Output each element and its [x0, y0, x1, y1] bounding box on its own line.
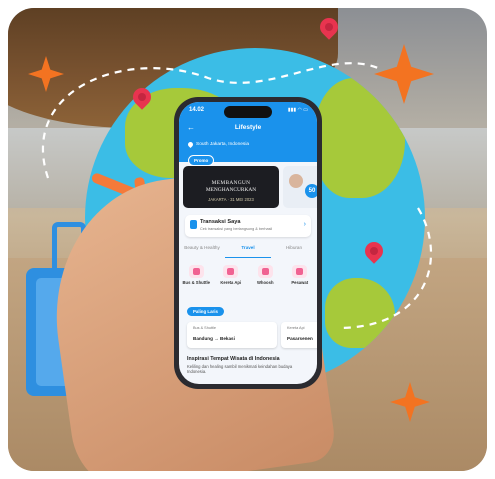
banner-line3: MENGHANCURKAN	[205, 187, 257, 193]
category-label: Whoosh	[256, 280, 274, 285]
fast-train-icon	[257, 265, 273, 278]
route-kind: Kereta Api	[287, 326, 305, 330]
transaction-card[interactable]: Transaksi Saya Cek transaksi yang berlan…	[185, 215, 311, 237]
category-label: Pesawat	[291, 280, 309, 285]
popular-route-card[interactable]: Bus & Shuttle Bandung → Bekasi	[187, 322, 277, 348]
route-name: Bandung → Bekasi	[193, 336, 235, 341]
tab-beauty-healthy[interactable]: Beauty & Healthy	[179, 242, 225, 258]
train-icon	[223, 265, 239, 278]
transaction-title: Transaksi Saya	[200, 219, 241, 225]
tab-hiburan[interactable]: Hiburan	[271, 242, 317, 258]
phone-notch	[224, 106, 272, 118]
model-photo	[289, 174, 303, 188]
phone-screen: 14.02 ▮▮▮ ◠ ▭ ← Lifestyle South Jakarta,…	[179, 102, 317, 384]
status-icons: ▮▮▮ ◠ ▭	[287, 107, 308, 113]
category-tabs: Beauty & Healthy Travel Hiburan	[179, 242, 317, 258]
bus-icon	[188, 265, 204, 278]
popular-chip[interactable]: Paling Laris	[187, 307, 224, 316]
category-label: Kereta Api	[220, 280, 242, 285]
tab-travel[interactable]: Travel	[225, 242, 271, 258]
plane-icon	[292, 265, 308, 278]
location-label: South Jakarta, Indonesia	[196, 142, 250, 147]
category-label: Bus & Shuttle	[182, 280, 210, 285]
status-time: 14.02	[189, 107, 205, 113]
inspiration-title: Inspirasi Tempat Wisata di Indonesia	[187, 356, 280, 362]
banner-line2: MEMBANGUN	[211, 180, 251, 186]
location-selector[interactable]: South Jakarta, Indonesia	[186, 140, 250, 149]
promo-chip[interactable]: Promo	[188, 155, 215, 166]
promo-banner-concert[interactable]: MEMBANGUN MENGHANCURKAN JAKARTA · 31 MEI…	[183, 166, 279, 208]
popular-route-card[interactable]: Kereta Api Pasarsenen	[281, 322, 317, 348]
category-kereta-api[interactable]: Kereta Api	[214, 265, 249, 295]
route-kind: Bus & Shuttle	[193, 326, 217, 330]
discount-badge: 50	[305, 184, 317, 198]
category-bus-shuttle[interactable]: Bus & Shuttle	[179, 265, 214, 295]
phone-mockup: 14.02 ▮▮▮ ◠ ▭ ← Lifestyle South Jakarta,…	[174, 97, 322, 389]
receipt-icon	[190, 220, 197, 229]
promo-banner-discount[interactable]: 50	[283, 166, 317, 208]
inspiration-description: Keliling dan healing sambil menikmati ke…	[187, 364, 293, 375]
category-whoosh[interactable]: Whoosh	[248, 265, 283, 295]
chevron-right-icon: ›	[303, 221, 306, 228]
page-title: Lifestyle	[234, 124, 262, 131]
banner-line4: JAKARTA · 31 MEI 2023	[208, 197, 254, 202]
route-name: Pasarsenen	[287, 336, 313, 341]
category-pesawat[interactable]: Pesawat	[283, 265, 318, 295]
transaction-subtitle: Cek transaksi yang berlangsung & berhasi…	[200, 227, 273, 231]
travel-categories: Bus & Shuttle Kereta Api Whoosh Pesawat	[179, 265, 317, 295]
location-pin-icon	[186, 140, 195, 149]
